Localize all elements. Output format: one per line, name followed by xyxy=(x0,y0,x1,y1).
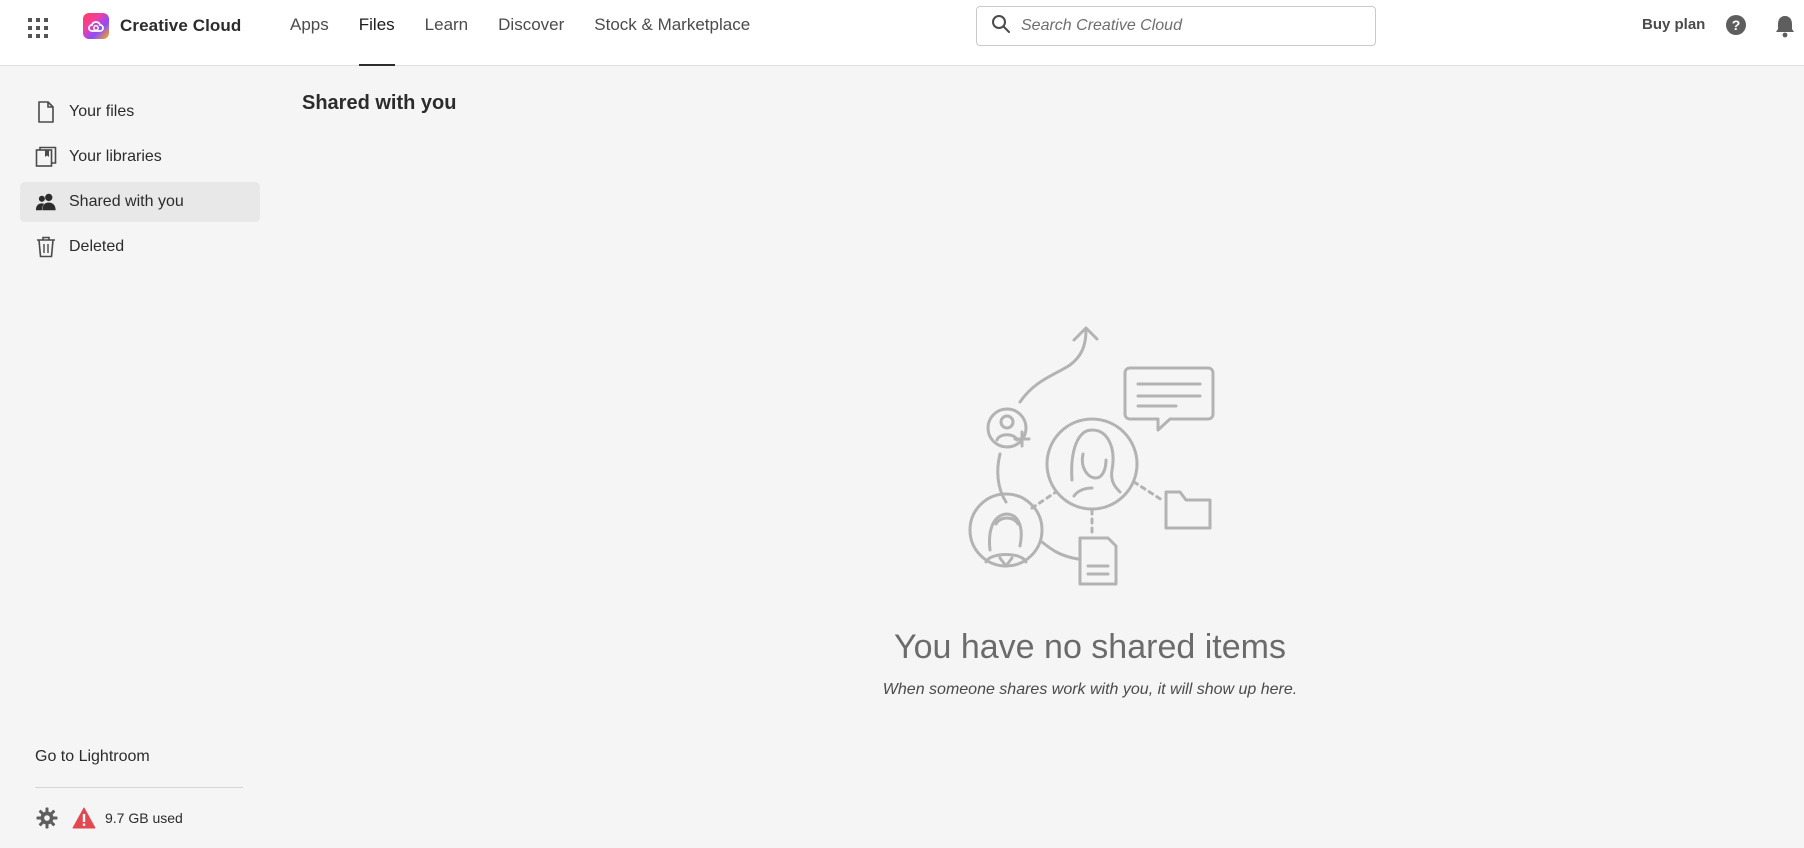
trash-icon xyxy=(35,236,57,258)
sidebar-item-label: Deleted xyxy=(69,238,125,255)
sidebar-item-your-libraries[interactable]: Your libraries xyxy=(20,137,260,177)
nav-learn[interactable]: Learn xyxy=(425,0,468,66)
page-title: Shared with you xyxy=(302,92,457,114)
search-bar[interactable] xyxy=(976,6,1376,46)
main-nav: Apps Files Learn Discover Stock & Market… xyxy=(290,0,780,66)
search-icon xyxy=(991,14,1011,39)
sidebar: Your files Your libraries Shared with yo… xyxy=(0,66,262,848)
sidebar-item-your-files[interactable]: Your files xyxy=(20,92,260,132)
help-icon[interactable]: ? xyxy=(1725,14,1747,41)
sidebar-item-deleted[interactable]: Deleted xyxy=(20,227,260,267)
storage-used: 9.7 GB used xyxy=(105,810,183,826)
nav-files[interactable]: Files xyxy=(358,0,395,66)
file-icon xyxy=(35,101,57,123)
people-icon xyxy=(35,191,57,213)
nav-apps[interactable]: Apps xyxy=(290,0,329,66)
top-bar: Creative Cloud Apps Files Learn Discover… xyxy=(0,0,1804,66)
sidebar-item-shared-with-you[interactable]: Shared with you xyxy=(20,182,260,222)
warning-icon xyxy=(72,807,96,834)
bell-icon[interactable] xyxy=(1774,14,1796,43)
shared-items-illustration xyxy=(960,320,1220,590)
svg-text:?: ? xyxy=(1732,17,1741,33)
empty-state-title: You have no shared items xyxy=(894,628,1286,666)
go-to-lightroom-link[interactable]: Go to Lightroom xyxy=(35,748,150,766)
brand-name[interactable]: Creative Cloud xyxy=(120,16,241,36)
sidebar-item-label: Your files xyxy=(69,103,135,120)
apps-grid-icon[interactable] xyxy=(24,14,52,42)
nav-stock-marketplace[interactable]: Stock & Marketplace xyxy=(594,0,750,66)
libraries-icon xyxy=(35,146,57,168)
sidebar-item-label: Shared with you xyxy=(69,193,184,210)
buy-plan-link[interactable]: Buy plan xyxy=(1642,16,1705,33)
gear-icon[interactable] xyxy=(36,807,58,834)
sidebar-divider xyxy=(35,787,243,788)
search-input[interactable] xyxy=(1021,17,1361,35)
creative-cloud-logo[interactable] xyxy=(83,13,109,39)
nav-discover[interactable]: Discover xyxy=(498,0,564,66)
sidebar-item-label: Your libraries xyxy=(69,148,162,165)
empty-state-subtitle: When someone shares work with you, it wi… xyxy=(882,681,1298,698)
